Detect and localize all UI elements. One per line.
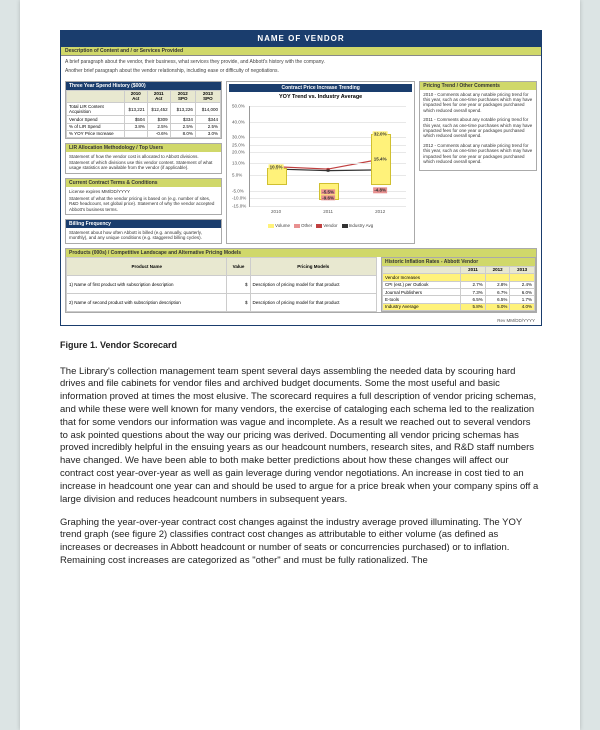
contract-body: License expires MM/DD/YYYY Statement of … — [66, 187, 221, 215]
figure-caption: Figure 1. Vendor Scorecard — [60, 340, 540, 350]
chart-panel: Contract Price Increase Trending YOY Tre… — [226, 81, 415, 244]
footer-date: Rev MM/DD/YYYY — [61, 317, 541, 324]
products-title: Products (000s) / Competitive Landscape … — [66, 249, 536, 257]
body-text: The Library's collection management team… — [60, 366, 540, 568]
allocation-text: Statement of how the vendor cost is allo… — [66, 152, 221, 172]
body-p1: The Library's collection management team… — [60, 366, 540, 507]
description-heading: Description of Content and / or Services… — [61, 47, 541, 56]
body-p2: Graphing the year-over-year contract cos… — [60, 517, 540, 568]
chart-title: YOY Trend vs. Industry Average — [229, 92, 412, 103]
contract-text: Statement of what the vendor pricing is … — [69, 196, 218, 212]
products-panel: Products (000s) / Competitive Landscape … — [65, 248, 537, 313]
pricing-trend-body: 2010 - Comments about any notable pricin… — [420, 90, 536, 171]
inflation-table: 201120122013Vendor Increases CPI (est.) … — [382, 266, 535, 311]
inflation-title: Historic Inflation Rates - Abbott Vendor — [382, 258, 535, 266]
billing-title: Billing Frequency — [66, 220, 221, 228]
document-page: NAME OF VENDOR Description of Content an… — [20, 0, 580, 730]
pricing-trend-title: Pricing Trend / Other Comments — [420, 82, 536, 90]
price-increase-title: Contract Price Increase Trending — [229, 84, 412, 92]
description-body: A brief paragraph about the vendor, thei… — [61, 56, 541, 77]
spend-history-title: Three Year Spend History ($000) — [66, 82, 221, 90]
contract-title: Current Contract Terms & Conditions — [66, 179, 221, 187]
description-p2: Another brief paragraph about the vendor… — [65, 68, 537, 74]
allocation-panel: LIR Allocation Methodology / Top Users S… — [65, 143, 222, 173]
contract-panel: Current Contract Terms & Conditions Lice… — [65, 178, 222, 216]
yoy-chart: -15.0%-10.0%-5.0%5.0%13.0%20.0%25.0%30.0… — [249, 106, 406, 207]
chart-legend: VolumeOtherVendorIndustry Avg — [229, 221, 412, 230]
pricing-trend-panel: Pricing Trend / Other Comments 2010 - Co… — [419, 81, 537, 172]
inflation-panel: Historic Inflation Rates - Abbott Vendor… — [381, 257, 536, 312]
right-column: Pricing Trend / Other Comments 2010 - Co… — [419, 81, 537, 244]
spend-history-panel: Three Year Spend History ($000) 2010 Act… — [65, 81, 222, 140]
vendor-scorecard: NAME OF VENDOR Description of Content an… — [60, 30, 542, 326]
billing-text: Statement about how often Abbott is bill… — [66, 228, 221, 243]
left-column: Three Year Spend History ($000) 2010 Act… — [65, 81, 222, 244]
allocation-title: LIR Allocation Methodology / Top Users — [66, 144, 221, 152]
products-table: Product NameValuePricing Models1) Name o… — [66, 257, 377, 312]
scorecard-title: NAME OF VENDOR — [61, 31, 541, 47]
spend-history-table: 2010 Act2011 Act2012 SPO2013 SPOTotal LI… — [66, 90, 221, 139]
billing-panel: Billing Frequency Statement about how of… — [65, 219, 222, 244]
